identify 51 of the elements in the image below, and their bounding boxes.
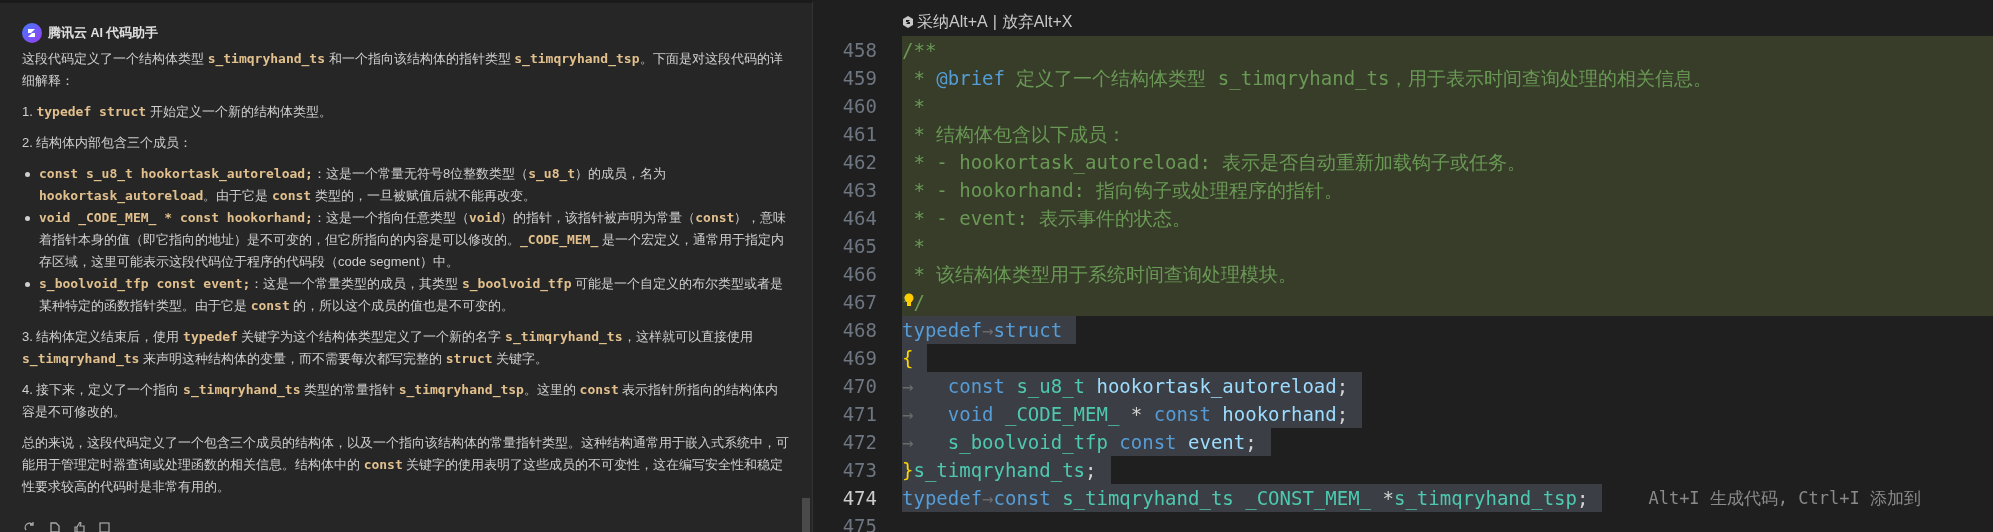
line-number: 467 xyxy=(842,291,877,313)
line-number: 474 xyxy=(842,487,877,509)
line-number: 465 xyxy=(842,235,877,257)
line-number: 473 xyxy=(842,459,877,481)
line-number: 464 xyxy=(842,207,877,229)
codelens-action[interactable]: 放弃Alt+X xyxy=(1001,11,1073,33)
explanation-paragraph: 2. 结构体内部包含三个成员： xyxy=(22,134,194,152)
explanation-paragraph: 这段代码定义了一个结构体类型 s_timqryhand_ts 和一个指向该结构体的指针类型 s_timqryhand_tsp。下面是对这段代码的详细解释： xyxy=(22,50,784,90)
line-number: 462 xyxy=(842,151,877,173)
file-icon[interactable] xyxy=(50,522,60,532)
code-line: * xyxy=(912,234,925,259)
lightbulb-icon[interactable] xyxy=(904,293,914,307)
code-line: /** xyxy=(902,38,937,63)
line-number: 470 xyxy=(842,375,877,397)
line-number: 460 xyxy=(842,95,877,117)
codelens-action[interactable]: 采纳Alt+A xyxy=(917,11,988,33)
retry-icon[interactable] xyxy=(24,522,36,532)
bullet-icon xyxy=(25,216,30,221)
bullet-icon xyxy=(25,282,30,287)
scrollbar[interactable] xyxy=(802,498,810,532)
explanation-paragraph: 3. 结构体定义结束后，使用 typedef 关键字为这个结构体类型定义了一个新的名字 s_timqryhand_ts，这样就可以直接使用 s_timqryhand_ts 来声明这种结构体的变量，而不需要每次都写完整的 struct 关键字。 xyxy=(22,328,754,369)
code-line: * 结构体包含以下成员： xyxy=(912,122,1127,147)
explanation-paragraph: 1. typedef struct 开始定义一个新的结构体类型。 xyxy=(22,103,333,121)
comment-icon[interactable] xyxy=(99,522,110,532)
inline-hint: Alt+I 生成代码, Ctrl+I 添加到 xyxy=(1648,486,1921,510)
code-line: * xyxy=(912,94,925,119)
code-line: * @brief 定义了一个结构体类型 s_timqryhand_ts，用于表示时间查询处理的相关信息。 xyxy=(912,66,1713,92)
line-number: 472 xyxy=(842,431,877,453)
bullet-text: void _CODE_MEM_ * const hookorhand;：这是一个指向任意类型（void）的指针，该指针被声明为常量（const），意味着指针本身的值（即它指向的地址）是不可变的，但它所指向的内容是可以修改的。_CODE_MEM_ 是一个宏定义，通常用于指定内存区域，这里可能表示这段代码位于程序的代码段（code segment）中。 xyxy=(39,209,788,271)
code-line: * 该结构体类型用于系统时间查询处理模块。 xyxy=(912,262,1298,287)
ai-icon xyxy=(902,16,914,28)
explanation-paragraph: 4. 接下来，定义了一个指向 s_timqryhand_ts 类型的常量指针 s_timqryhand_tsp。这里的 const 表示指针所指向的结构体内容是不可修改的。 xyxy=(22,381,780,421)
line-number: 458 xyxy=(842,39,877,61)
code-line: * - hookorhand: 指向钩子或处理程序的指针。 xyxy=(912,178,1344,203)
code-line: * - hookortask_autoreload: 表示是否自动重新加载钩子或任务。 xyxy=(912,150,1527,176)
line-number: 471 xyxy=(842,403,877,425)
line-number: 466 xyxy=(842,263,877,285)
bullet-icon xyxy=(25,172,30,177)
line-number: 469 xyxy=(842,347,877,369)
thumbs-up-icon[interactable] xyxy=(74,522,85,532)
bullet-text: const s_u8_t hookortask_autoreload;：这是一个常量无符号8位整数类型（s_u8_t）的成员，名为 hookortask_autoreload。由于它是 const 类型的，一旦被赋值后就不能再改变。 xyxy=(39,165,668,206)
code-line: * - event: 表示事件的状态。 xyxy=(912,206,1192,231)
line-number: 468 xyxy=(842,319,877,341)
line-number: 461 xyxy=(842,123,877,145)
explanation-paragraph: 总的来说，这段代码定义了一个包含三个成员的结构体，以及一个指向该结构体的常量指针类型。这种结构通常用于嵌入式系统中，可能用于管理定时器查询或处理函数的相关信息。结构体中的 const 关键字的使用表明了这些成员的不可变性，这在编写安全性和稳定性要求较高的代码时是非常有用的。 xyxy=(22,434,790,496)
line-number: 463 xyxy=(842,179,877,201)
separator: | xyxy=(991,13,998,31)
assistant-title: 腾讯云 AI 代码助手 xyxy=(48,25,159,42)
logo-icon xyxy=(22,23,42,43)
bullet-text: s_boolvoid_tfp const event;：这是一个常量类型的成员，其类型 s_boolvoid_tfp 可能是一个自定义的布尔类型或者是某种特定的函数指针类型。由于它是 const 的，所以这个成员的值也是不可变的。 xyxy=(39,275,785,315)
line-number: 459 xyxy=(842,67,877,89)
